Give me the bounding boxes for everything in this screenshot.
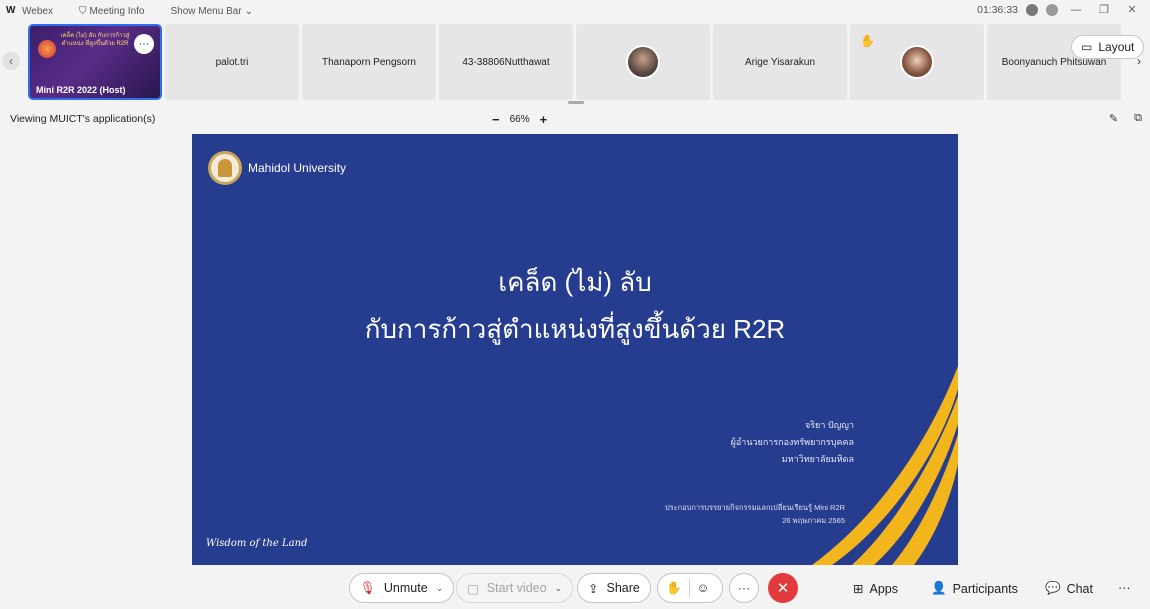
chevron-down-icon[interactable]: ⌄ [555, 583, 563, 594]
share-screen-icon: ⇪ [588, 581, 599, 596]
university-name: Mahidol University [248, 161, 347, 175]
zoom-out-button[interactable]: − [492, 112, 500, 127]
video-off-icon: ▢ [467, 581, 479, 596]
participant-tile-host[interactable]: เคล็ด (ไม่) ลับ กับการก้าวสู่ตำแหน่ง ที่… [28, 24, 162, 100]
raise-hand-icon[interactable]: ✋ [666, 581, 682, 596]
event-date: 26 พฤษภาคม 2565 [782, 516, 845, 525]
participant-tile[interactable]: 43-38806Nutthawat [439, 24, 573, 100]
raised-hand-icon: ✋ [860, 34, 875, 48]
more-options-button[interactable]: ··· [134, 34, 154, 54]
chevron-down-icon: ⌄ [244, 5, 254, 17]
participant-name: Arige Yisarakun [744, 56, 816, 68]
reactions-group: ✋ ☺ [657, 573, 723, 603]
host-video-text: เคล็ด (ไม่) ลับ กับการก้าวสู่ตำแหน่ง ที่… [60, 33, 130, 47]
meeting-timer: 01:36:33 [977, 3, 1018, 16]
chat-icon: 💬 [1045, 581, 1061, 595]
webex-brand: W Webex [6, 6, 53, 17]
title-bar: W Webex ⛉ Meeting Info Show Menu Bar ⌄ 0… [0, 0, 1150, 22]
participant-name: Thanaporn Pengsorn [322, 56, 416, 68]
author-role: ผู้อำนวยการกองทรัพยากรบุคคล [730, 437, 854, 447]
participant-tile[interactable]: Thanaporn Pengsorn [302, 24, 436, 100]
mic-muted-icon: 🎙 [360, 580, 376, 595]
university-seal-icon [208, 151, 242, 185]
shared-content-slide: Mahidol University เคล็ด (ไม่) ลับ กับกา… [192, 134, 958, 565]
rocket-icon [38, 40, 56, 58]
chevron-left-icon: ‹ [9, 54, 13, 68]
overflow-menu-button[interactable]: ··· [1118, 581, 1131, 595]
minimize-icon[interactable]: — [1066, 4, 1086, 16]
more-options-button[interactable]: ··· [729, 573, 759, 603]
participants-label: Participants [952, 581, 1018, 596]
brand-name: Webex [22, 5, 53, 17]
meeting-controls: 🎙 Unmute ⌄ ▢ Start video ⌄ ⇪ Share ✋ ☺ ·… [0, 568, 1150, 609]
participant-name: palot.tri [215, 56, 249, 68]
unmute-button[interactable]: 🎙 Unmute ⌄ [349, 573, 455, 603]
emoji-icon[interactable]: ☺ [697, 581, 710, 595]
slide-title-line2: กับการก้าวสู่ตำแหน่งที่สูงขึ้นด้วย R2R [364, 314, 786, 344]
show-menu-bar-label: Show Menu Bar [170, 5, 242, 17]
participant-strip: ‹ เคล็ด (ไม่) ลับ กับการก้าวสู่ตำแหน่ง ท… [0, 23, 1150, 104]
annotate-icon[interactable]: ✎ [1109, 112, 1118, 125]
strip-resize-handle[interactable] [568, 101, 584, 104]
zoom-controls: − 66% + [492, 112, 547, 127]
slide-author-block: จริยา ปัญญา ผู้อำนวยการกองทรัพยากรบุคคล … [731, 417, 854, 468]
viewing-label: Viewing MUICT's application(s) [10, 113, 156, 125]
recording-status-icon[interactable] [1026, 3, 1038, 16]
zoom-level: 66% [509, 114, 530, 125]
slide-event-block: ประกอบการบรรยายกิจกรรมแลกเปลี่ยนเรียนรู้… [665, 501, 845, 527]
chevron-down-icon[interactable]: ⌄ [436, 583, 444, 594]
webex-logo-icon: W [6, 5, 16, 16]
avatar [900, 45, 934, 79]
university-logo: Mahidol University [208, 151, 346, 185]
close-icon: ✕ [776, 580, 790, 597]
apps-button[interactable]: ⊞ Apps [853, 581, 898, 597]
apps-icon: ⊞ [853, 582, 864, 596]
participant-tile[interactable]: ✋ [850, 24, 984, 100]
meeting-info-label: Meeting Info [89, 5, 145, 17]
participants-button[interactable]: 👤 Participants [931, 581, 1018, 596]
start-video-button[interactable]: ▢ Start video ⌄ [456, 573, 574, 603]
restore-icon[interactable]: ❐ [1094, 3, 1114, 16]
share-label: Share [606, 581, 640, 595]
author-org: มหาวิทยาลัยมหิดล [781, 454, 854, 464]
slide-title-line1: เคล็ด (ไม่) ลับ [498, 267, 652, 297]
close-icon[interactable]: ✕ [1122, 3, 1142, 16]
unmute-label: Unmute [383, 581, 428, 595]
chat-button[interactable]: 💬 Chat [1045, 581, 1093, 596]
network-status-icon[interactable] [1046, 3, 1058, 16]
participant-name: 43-38806Nutthawat [462, 56, 550, 68]
chevron-right-icon: › [1137, 54, 1141, 68]
participant-tile[interactable]: Arige Yisarakun [713, 24, 847, 100]
show-menu-bar-button[interactable]: Show Menu Bar ⌄ [171, 6, 254, 17]
start-video-label: Start video [486, 581, 547, 595]
event-line1: ประกอบการบรรยายกิจกรรมแลกเปลี่ยนเรียนรู้… [664, 503, 845, 512]
layout-label: Layout [1098, 40, 1135, 54]
pop-out-icon[interactable]: ⧉ [1134, 112, 1142, 125]
leave-meeting-button[interactable]: ✕ [768, 573, 798, 603]
participant-tile[interactable] [576, 24, 710, 100]
divider [688, 579, 690, 597]
shield-icon: ⛉ [78, 5, 87, 17]
chat-label: Chat [1066, 581, 1093, 596]
host-name: Mini R2R 2022 (Host) [36, 85, 126, 95]
slide-motto: Wisdom of the Land [206, 538, 308, 549]
strip-next-button[interactable]: › [1130, 52, 1148, 70]
zoom-in-button[interactable]: + [540, 112, 548, 127]
share-button[interactable]: ⇪ Share [577, 573, 651, 603]
person-icon: 👤 [931, 581, 947, 595]
viewing-bar: Viewing MUICT's application(s) − 66% + ✎… [0, 109, 1150, 131]
avatar [626, 45, 660, 79]
strip-prev-button[interactable]: ‹ [2, 52, 20, 70]
author-name: จริยา ปัญญา [804, 420, 854, 430]
participant-tile[interactable]: palot.tri [165, 24, 299, 100]
layout-icon: ▭ [1081, 40, 1093, 54]
apps-label: Apps [869, 581, 898, 596]
meeting-info-button[interactable]: ⛉ Meeting Info [79, 6, 145, 17]
